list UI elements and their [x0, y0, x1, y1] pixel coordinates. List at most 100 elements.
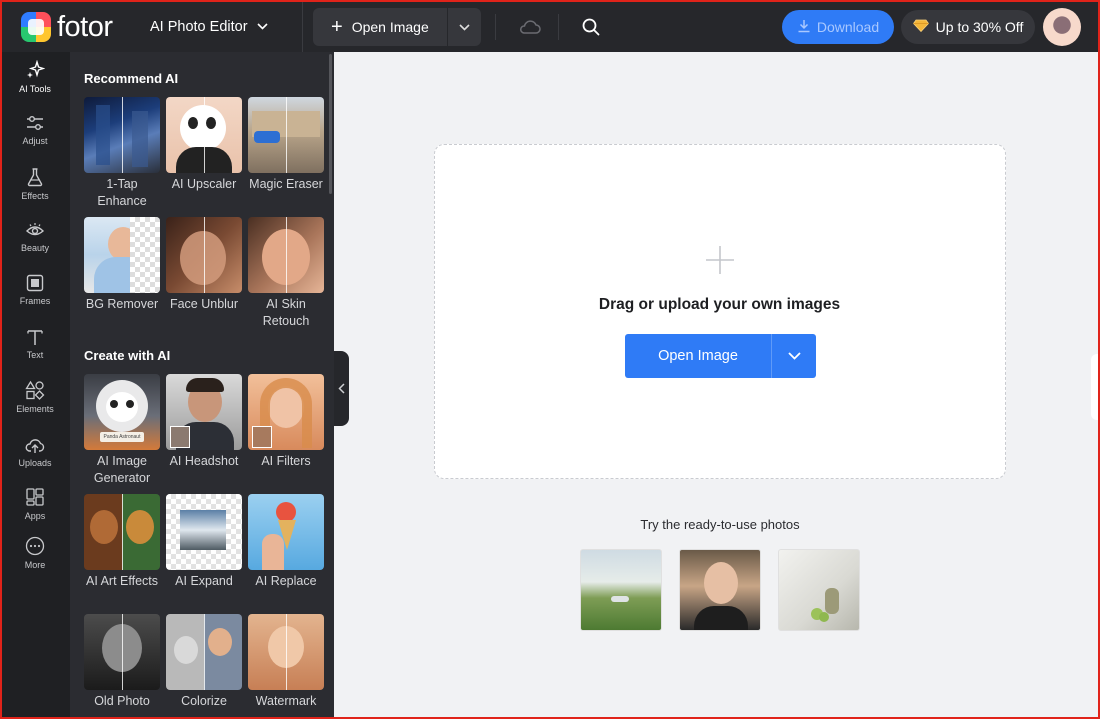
canvas-open-image-dropdown[interactable]	[771, 334, 816, 378]
tool-thumbnail	[166, 494, 242, 570]
rail-label: Apps	[24, 511, 46, 521]
tool-thumbnail	[248, 217, 324, 293]
tool-thumbnail	[84, 97, 160, 173]
tool-tile-ai-skin-retouch[interactable]: AI Skin Retouch	[248, 217, 324, 330]
tool-tile-colorize[interactable]: Colorize	[166, 614, 242, 710]
rail-label: More	[24, 560, 46, 570]
avatar[interactable]	[1043, 8, 1081, 46]
tool-label: AI Upscaler	[171, 177, 237, 191]
ai-tools-panel: Recommend AI 1-Tap Enhance AI Upscaler M…	[70, 52, 334, 717]
upload-cloud-icon	[25, 439, 45, 453]
open-image-label: Open Image	[351, 19, 429, 35]
tool-thumbnail	[166, 374, 242, 450]
sample-photo-still-life[interactable]	[778, 549, 860, 631]
promo-button[interactable]: Up to 30% Off	[901, 10, 1035, 44]
sample-photo-portrait[interactable]	[679, 549, 761, 631]
frame-icon	[26, 274, 44, 292]
rail-label: Text	[26, 350, 44, 360]
tool-tile-1-tap-enhance[interactable]: 1-Tap Enhance	[84, 97, 160, 210]
sparkle-icon	[27, 60, 45, 78]
section-title-create: Create with AI	[84, 348, 171, 363]
rail-item-uploads[interactable]: Uploads	[2, 427, 68, 477]
app-window: fotor AI Photo Editor + Open Image Downl…	[0, 0, 1100, 719]
tool-tile-bg-remover[interactable]: BG Remover	[84, 217, 160, 313]
tool-label: Watermark	[255, 694, 317, 708]
tool-label: Magic Eraser	[249, 177, 323, 191]
editor-switcher[interactable]: AI Photo Editor	[150, 2, 303, 52]
rail-label: Frames	[19, 296, 51, 306]
tool-tile-face-unblur[interactable]: Face Unblur	[166, 217, 242, 313]
tool-thumbnail	[84, 217, 160, 293]
text-icon	[27, 330, 43, 345]
rail-label: Elements	[16, 404, 54, 414]
rail-item-apps[interactable]: Apps	[2, 479, 68, 529]
tile-caption: Panda Astronaut	[100, 432, 144, 442]
tool-label: BG Remover	[85, 297, 159, 311]
diamond-icon	[912, 19, 929, 35]
upload-drop-zone[interactable]: Drag or upload your own images Open Imag…	[434, 144, 1006, 479]
tool-tile-ai-upscaler[interactable]: AI Upscaler	[166, 97, 242, 193]
canvas-open-image-button[interactable]: Open Image	[625, 348, 771, 364]
tool-tile-watermark[interactable]: Watermark	[248, 614, 324, 710]
rail-item-ai-tools[interactable]: AI Tools	[2, 52, 68, 102]
tool-label: AI Skin Retouch	[262, 297, 310, 328]
plus-icon: +	[331, 15, 343, 38]
eye-icon	[25, 223, 45, 236]
open-image-button[interactable]: + Open Image	[313, 8, 447, 46]
rail-item-elements[interactable]: Elements	[2, 372, 68, 422]
sample-photo-landscape[interactable]	[580, 549, 662, 631]
tool-tile-ai-image-generator[interactable]: Panda Astronaut AI Image Generator	[84, 374, 160, 487]
tool-thumbnail: Panda Astronaut	[84, 374, 160, 450]
download-icon	[797, 19, 811, 36]
rail-label: AI Tools	[19, 84, 51, 94]
rail-item-adjust[interactable]: Adjust	[2, 105, 68, 155]
tool-tile-ai-filters[interactable]: AI Filters	[248, 374, 324, 470]
tool-label: Old Photo	[94, 694, 150, 708]
divider	[494, 14, 496, 40]
tool-thumbnail	[166, 97, 242, 173]
rail-item-effects[interactable]: Effects	[2, 159, 68, 209]
tool-tile-ai-expand[interactable]: AI Expand	[166, 494, 242, 590]
panel-scrollbar[interactable]	[329, 54, 332, 194]
collapse-panel-button[interactable]	[334, 351, 349, 426]
tool-tile-magic-eraser[interactable]: Magic Eraser	[248, 97, 324, 193]
open-image-group: + Open Image	[313, 8, 481, 46]
download-label: Download	[816, 19, 880, 35]
tool-tile-ai-replace[interactable]: AI Replace	[248, 494, 324, 590]
sample-photos-heading: Try the ready-to-use photos	[640, 517, 800, 532]
open-image-dropdown[interactable]	[446, 8, 481, 46]
shapes-icon	[25, 380, 45, 400]
tool-thumbnail	[248, 374, 324, 450]
rail-label: Uploads	[18, 458, 52, 468]
tool-thumbnail	[84, 614, 160, 690]
tool-thumbnail	[248, 614, 324, 690]
tool-label: AI Headshot	[169, 454, 239, 468]
rail-item-beauty[interactable]: Beauty	[2, 212, 68, 262]
rail-label: Effects	[21, 191, 49, 201]
drop-instructions: Drag or upload your own images	[598, 296, 841, 313]
tool-tile-ai-art-effects[interactable]: AI Art Effects	[84, 494, 160, 590]
tool-label: AI Art Effects	[85, 574, 159, 588]
flask-icon	[27, 168, 43, 187]
rail-item-frames[interactable]: Frames	[2, 265, 68, 315]
tool-label: AI Image Generator	[93, 454, 151, 485]
right-panel-handle[interactable]	[1091, 354, 1098, 420]
chevron-down-icon	[787, 352, 801, 360]
tool-label: AI Replace	[255, 574, 317, 588]
tool-tile-old-photo[interactable]: Old Photo	[84, 614, 160, 710]
rail-item-more[interactable]: More	[2, 528, 68, 578]
sliders-icon	[27, 116, 43, 130]
rail-label: Adjust	[22, 136, 48, 146]
apps-icon	[26, 488, 44, 506]
brand-name: fotor	[57, 10, 113, 43]
more-icon	[25, 536, 45, 556]
fotor-logo-icon	[21, 12, 51, 42]
search-icon[interactable]	[573, 8, 609, 46]
download-button[interactable]: Download	[782, 10, 894, 44]
tool-tile-ai-headshot[interactable]: AI Headshot	[166, 374, 242, 470]
fotor-logo[interactable]: fotor	[21, 11, 131, 44]
cloud-icon[interactable]	[512, 8, 548, 46]
tool-rail: AI Tools Adjust Effects Beauty Frames Te…	[2, 52, 70, 717]
rail-item-text[interactable]: Text	[2, 319, 68, 369]
tool-label: Face Unblur	[169, 297, 239, 311]
